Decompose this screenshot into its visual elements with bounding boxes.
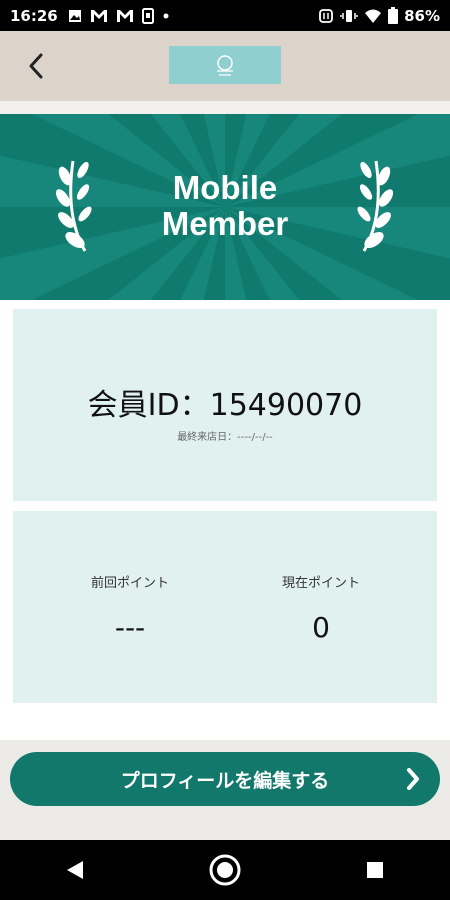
current-points: 現在ポイント 0	[215, 572, 427, 644]
edit-profile-label: プロフィールを編集する	[120, 769, 330, 792]
image-icon	[68, 9, 81, 22]
previous-points-value: ---	[114, 611, 146, 644]
home-circle-icon	[209, 854, 241, 886]
nav-home-button[interactable]	[200, 845, 250, 895]
back-button[interactable]	[20, 48, 52, 84]
battery-percent: 86%	[404, 6, 440, 25]
gmail-icon	[90, 9, 107, 22]
vibrate-icon	[340, 9, 358, 22]
status-bar: 16:26 86%	[0, 0, 450, 31]
dot-icon	[163, 13, 169, 18]
logo-emblem-icon	[217, 55, 233, 76]
edit-profile-button[interactable]: プロフィールを編集する	[10, 752, 440, 806]
app-logo	[169, 46, 281, 84]
status-time: 16:26	[10, 6, 58, 25]
recents-square-icon	[367, 862, 383, 878]
nfc-icon	[319, 8, 333, 23]
hero-title-line1: Mobile	[172, 169, 278, 206]
last-visit-date: 最終来店日：----/--/--	[177, 432, 273, 443]
chevron-right-icon	[407, 768, 419, 790]
nav-back-button[interactable]	[50, 845, 100, 895]
system-nav-bar	[0, 840, 450, 900]
gmail-icon	[116, 9, 133, 22]
wifi-icon	[365, 9, 382, 23]
hero-title-line2: Member	[161, 205, 289, 242]
current-points-value: 0	[312, 611, 330, 644]
nav-recents-button[interactable]	[350, 845, 400, 895]
back-triangle-icon	[67, 861, 83, 879]
app-header	[0, 31, 450, 101]
notification-icons	[68, 7, 170, 24]
battery-icon	[388, 7, 399, 24]
back-arrow-icon	[29, 53, 43, 79]
phone-icon	[141, 7, 154, 24]
member-id: 会員ID：15490070	[87, 388, 363, 423]
hero-title: Mobile Member	[0, 170, 450, 242]
previous-points: 前回ポイント ---	[24, 572, 236, 644]
previous-points-label: 前回ポイント	[90, 576, 169, 591]
system-icons: 86%	[318, 7, 440, 25]
current-points-label: 現在ポイント	[281, 576, 360, 591]
